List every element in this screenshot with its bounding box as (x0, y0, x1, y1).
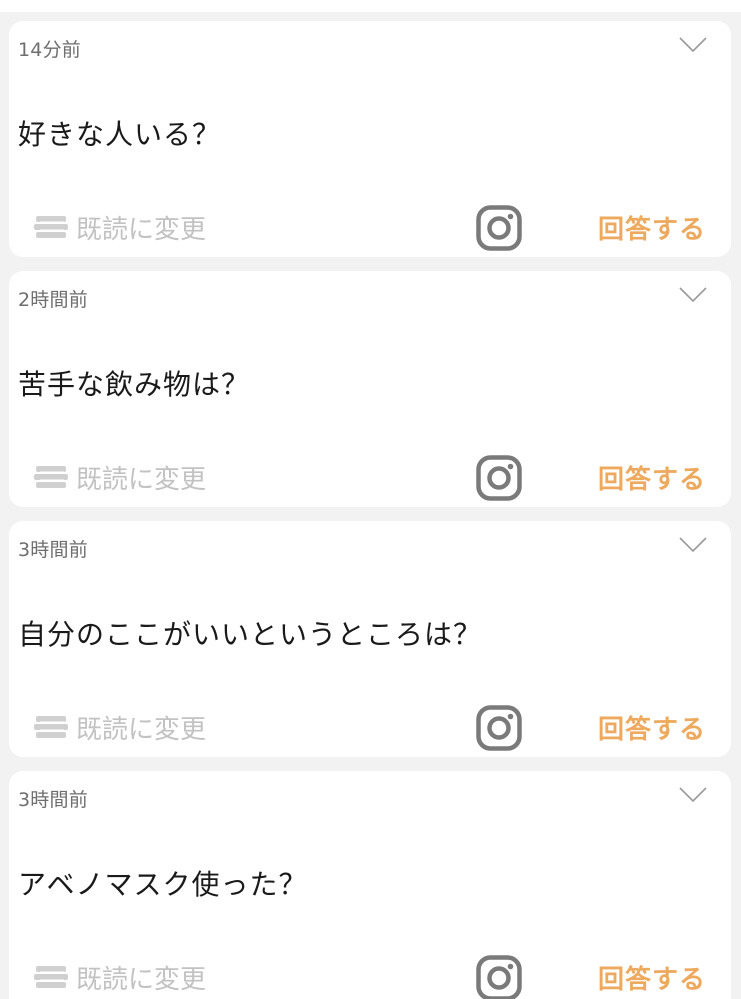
instagram-icon[interactable] (476, 705, 522, 751)
stack-icon (34, 965, 68, 988)
stack-icon (34, 215, 68, 238)
question-text: 自分のここがいいというところは？ (18, 618, 483, 651)
question-text: 苦手な飲み物は？ (18, 368, 251, 401)
stack-icon (34, 715, 68, 738)
mark-read-button[interactable]: 既読に変更 (34, 959, 206, 996)
mark-read-label: 既読に変更 (76, 465, 207, 495)
chevron-down-icon[interactable] (679, 787, 707, 803)
mark-read-label: 既読に変更 (76, 715, 207, 745)
chevron-down-icon[interactable] (679, 287, 707, 303)
question-time: 2時間前 (18, 289, 88, 311)
top-strip (0, 0, 741, 12)
mark-read-button[interactable]: 既読に変更 (34, 209, 206, 246)
question-card: 3時間前 自分のここがいいというところは？ 既読に変更 回答する (9, 521, 731, 757)
mark-read-button[interactable]: 既読に変更 (34, 459, 206, 496)
chevron-down-icon[interactable] (679, 37, 707, 53)
mark-read-button[interactable]: 既読に変更 (34, 709, 206, 746)
answer-button[interactable]: 回答する (598, 709, 706, 746)
question-time: 3時間前 (18, 789, 88, 811)
answer-button[interactable]: 回答する (598, 959, 706, 996)
mark-read-label: 既読に変更 (76, 965, 207, 995)
question-time: 14分前 (18, 39, 81, 61)
question-text: 好きな人いる？ (18, 118, 222, 151)
mark-read-label: 既読に変更 (76, 215, 207, 245)
chevron-down-icon[interactable] (679, 537, 707, 553)
question-card: 14分前 好きな人いる？ 既読に変更 回答する (9, 21, 731, 257)
instagram-icon[interactable] (476, 955, 522, 999)
question-inbox: 14分前 好きな人いる？ 既読に変更 回答する 2時間前 苦手な飲み物は？ 既読… (0, 0, 741, 999)
instagram-icon[interactable] (476, 205, 522, 251)
question-card: 3時間前 アベノマスク使った？ 既読に変更 回答する (9, 771, 731, 999)
answer-button[interactable]: 回答する (598, 459, 706, 496)
question-text: アベノマスク使った？ (18, 868, 308, 901)
question-time: 3時間前 (18, 539, 88, 561)
stack-icon (34, 465, 68, 488)
answer-button[interactable]: 回答する (598, 209, 706, 246)
question-card: 2時間前 苦手な飲み物は？ 既読に変更 回答する (9, 271, 731, 507)
instagram-icon[interactable] (476, 455, 522, 501)
